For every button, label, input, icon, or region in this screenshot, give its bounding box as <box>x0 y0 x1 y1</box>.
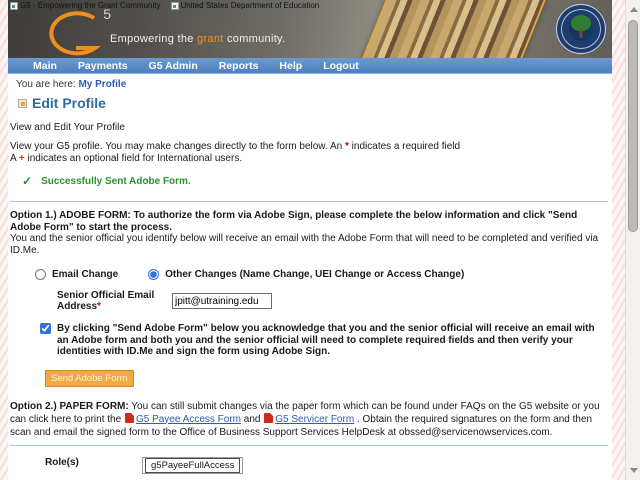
roles-row: Role(s) g5PayeeFullAccess <box>45 456 610 474</box>
banner-tagline: Empowering the grant community. <box>110 33 285 45</box>
senior-official-email-row: Senior Official Email Address* <box>57 290 610 312</box>
option1-label: Option 1.) ADOBE FORM: <box>10 210 131 221</box>
acknowledge-checkbox[interactable] <box>40 323 51 334</box>
banner-alt-right-text: United States Department of Education <box>180 1 320 10</box>
servicer-form-link[interactable]: G5 Servicer Form <box>275 414 354 425</box>
option2-description: Option 2.) PAPER FORM: You can still sub… <box>10 400 610 439</box>
intro-line1-text: View your G5 profile. You may make chang… <box>10 141 345 152</box>
email-change-radio[interactable] <box>35 269 46 280</box>
scroll-up-arrow-icon[interactable] <box>627 3 640 16</box>
roles-label: Role(s) <box>45 456 79 468</box>
nav-item-help[interactable]: Help <box>279 60 302 72</box>
banner-alt-right: United States Department of Education <box>170 1 320 10</box>
change-type-radio-group: Email Change Other Changes (Name Change,… <box>35 269 610 280</box>
intro-line1: View your G5 profile. You may make chang… <box>10 141 610 153</box>
tagline-grant: grant <box>197 33 224 45</box>
intro-line2: A + indicates an optional field for Inte… <box>10 153 610 165</box>
bookshelf-image <box>360 0 548 58</box>
option2-label: Option 2.) PAPER FORM: <box>10 400 129 412</box>
scrollbar-thumb[interactable] <box>628 20 638 232</box>
intro-line2-tail: indicates an optional field for Internat… <box>24 152 243 164</box>
senior-official-email-label: Senior Official Email Address* <box>57 290 169 312</box>
page-title: Edit Profile <box>32 95 106 111</box>
g5-application-window: G5 - Empowering the Grant Community Unit… <box>8 0 612 480</box>
intro-line2-text: A <box>10 152 19 164</box>
other-changes-label: Other Changes (Name Change, UEI Change o… <box>165 269 465 280</box>
nav-item-logout[interactable]: Logout <box>323 60 359 72</box>
nav-item-reports[interactable]: Reports <box>219 60 259 72</box>
senior-official-email-input[interactable] <box>172 293 272 309</box>
edit-profile-icon <box>18 98 27 108</box>
option2-text2: and <box>241 413 264 425</box>
page-heading-row: Edit Profile <box>18 95 610 111</box>
scroll-down-arrow-icon[interactable] <box>627 464 640 477</box>
intro-text: View your G5 profile. You may make chang… <box>10 141 610 164</box>
tagline-suffix: community. <box>223 33 286 45</box>
success-message-text: Successfully Sent Adobe Form. <box>41 175 191 187</box>
g5-logo-five: 5 <box>103 6 112 22</box>
pdf-icon <box>264 412 274 423</box>
g5-logo-icon: 5 <box>34 6 112 58</box>
email-change-label: Email Change <box>52 269 119 280</box>
header-banner: G5 - Empowering the Grant Community Unit… <box>8 0 612 58</box>
pdf-icon <box>124 412 134 423</box>
seal-trunk-icon <box>579 29 583 38</box>
other-changes-radio[interactable] <box>148 269 160 280</box>
nav-item-payments[interactable]: Payments <box>78 60 128 72</box>
broken-image-icon <box>170 1 179 10</box>
acknowledge-checkbox-label: By clicking "Send Adobe Form" below you … <box>57 323 595 357</box>
acknowledge-checkbox-row: By clicking "Send Adobe Form" below you … <box>40 323 600 358</box>
option1-line2: You and the senior official you identify… <box>10 233 599 256</box>
success-message: ✓ Successfully Sent Adobe Form. <box>22 174 610 188</box>
breadcrumb-my-profile-link[interactable]: My Profile <box>78 79 126 90</box>
email-label-text: Senior Official Email Address <box>57 290 155 312</box>
roles-selected-option[interactable]: g5PayeeFullAccess <box>145 457 241 473</box>
send-adobe-form-button[interactable]: Send Adobe Form <box>45 369 134 387</box>
intro-line1-tail: indicates a required field <box>348 141 461 152</box>
success-check-icon: ✓ <box>22 174 33 188</box>
nav-item-g5-admin[interactable]: G5 Admin <box>149 60 198 72</box>
broken-image-icon <box>10 1 18 10</box>
required-asterisk: * <box>97 301 101 312</box>
nav-item-main[interactable]: Main <box>33 60 57 72</box>
payee-access-form-link[interactable]: G5 Payee Access Form <box>136 414 241 425</box>
tagline-prefix: Empowering the <box>110 33 198 45</box>
vertical-scrollbar[interactable] <box>625 0 640 480</box>
section-divider <box>10 201 608 202</box>
option1-line1: Option 1.) ADOBE FORM: To authorize the … <box>10 210 610 233</box>
education-seal-icon <box>556 4 606 54</box>
page-content: You are here: My Profile Edit Profile Vi… <box>8 74 612 479</box>
main-nav-bar: Main Payments G5 Admin Reports Help Logo… <box>8 58 612 74</box>
breadcrumb-prefix: You are here: <box>16 79 79 90</box>
section-divider <box>10 444 608 446</box>
option1-description: Option 1.) ADOBE FORM: To authorize the … <box>10 210 610 256</box>
breadcrumb: You are here: My Profile <box>16 79 610 90</box>
subheading: View and Edit Your Profile <box>10 122 125 133</box>
roles-listbox[interactable]: g5PayeeFullAccess <box>142 456 244 474</box>
